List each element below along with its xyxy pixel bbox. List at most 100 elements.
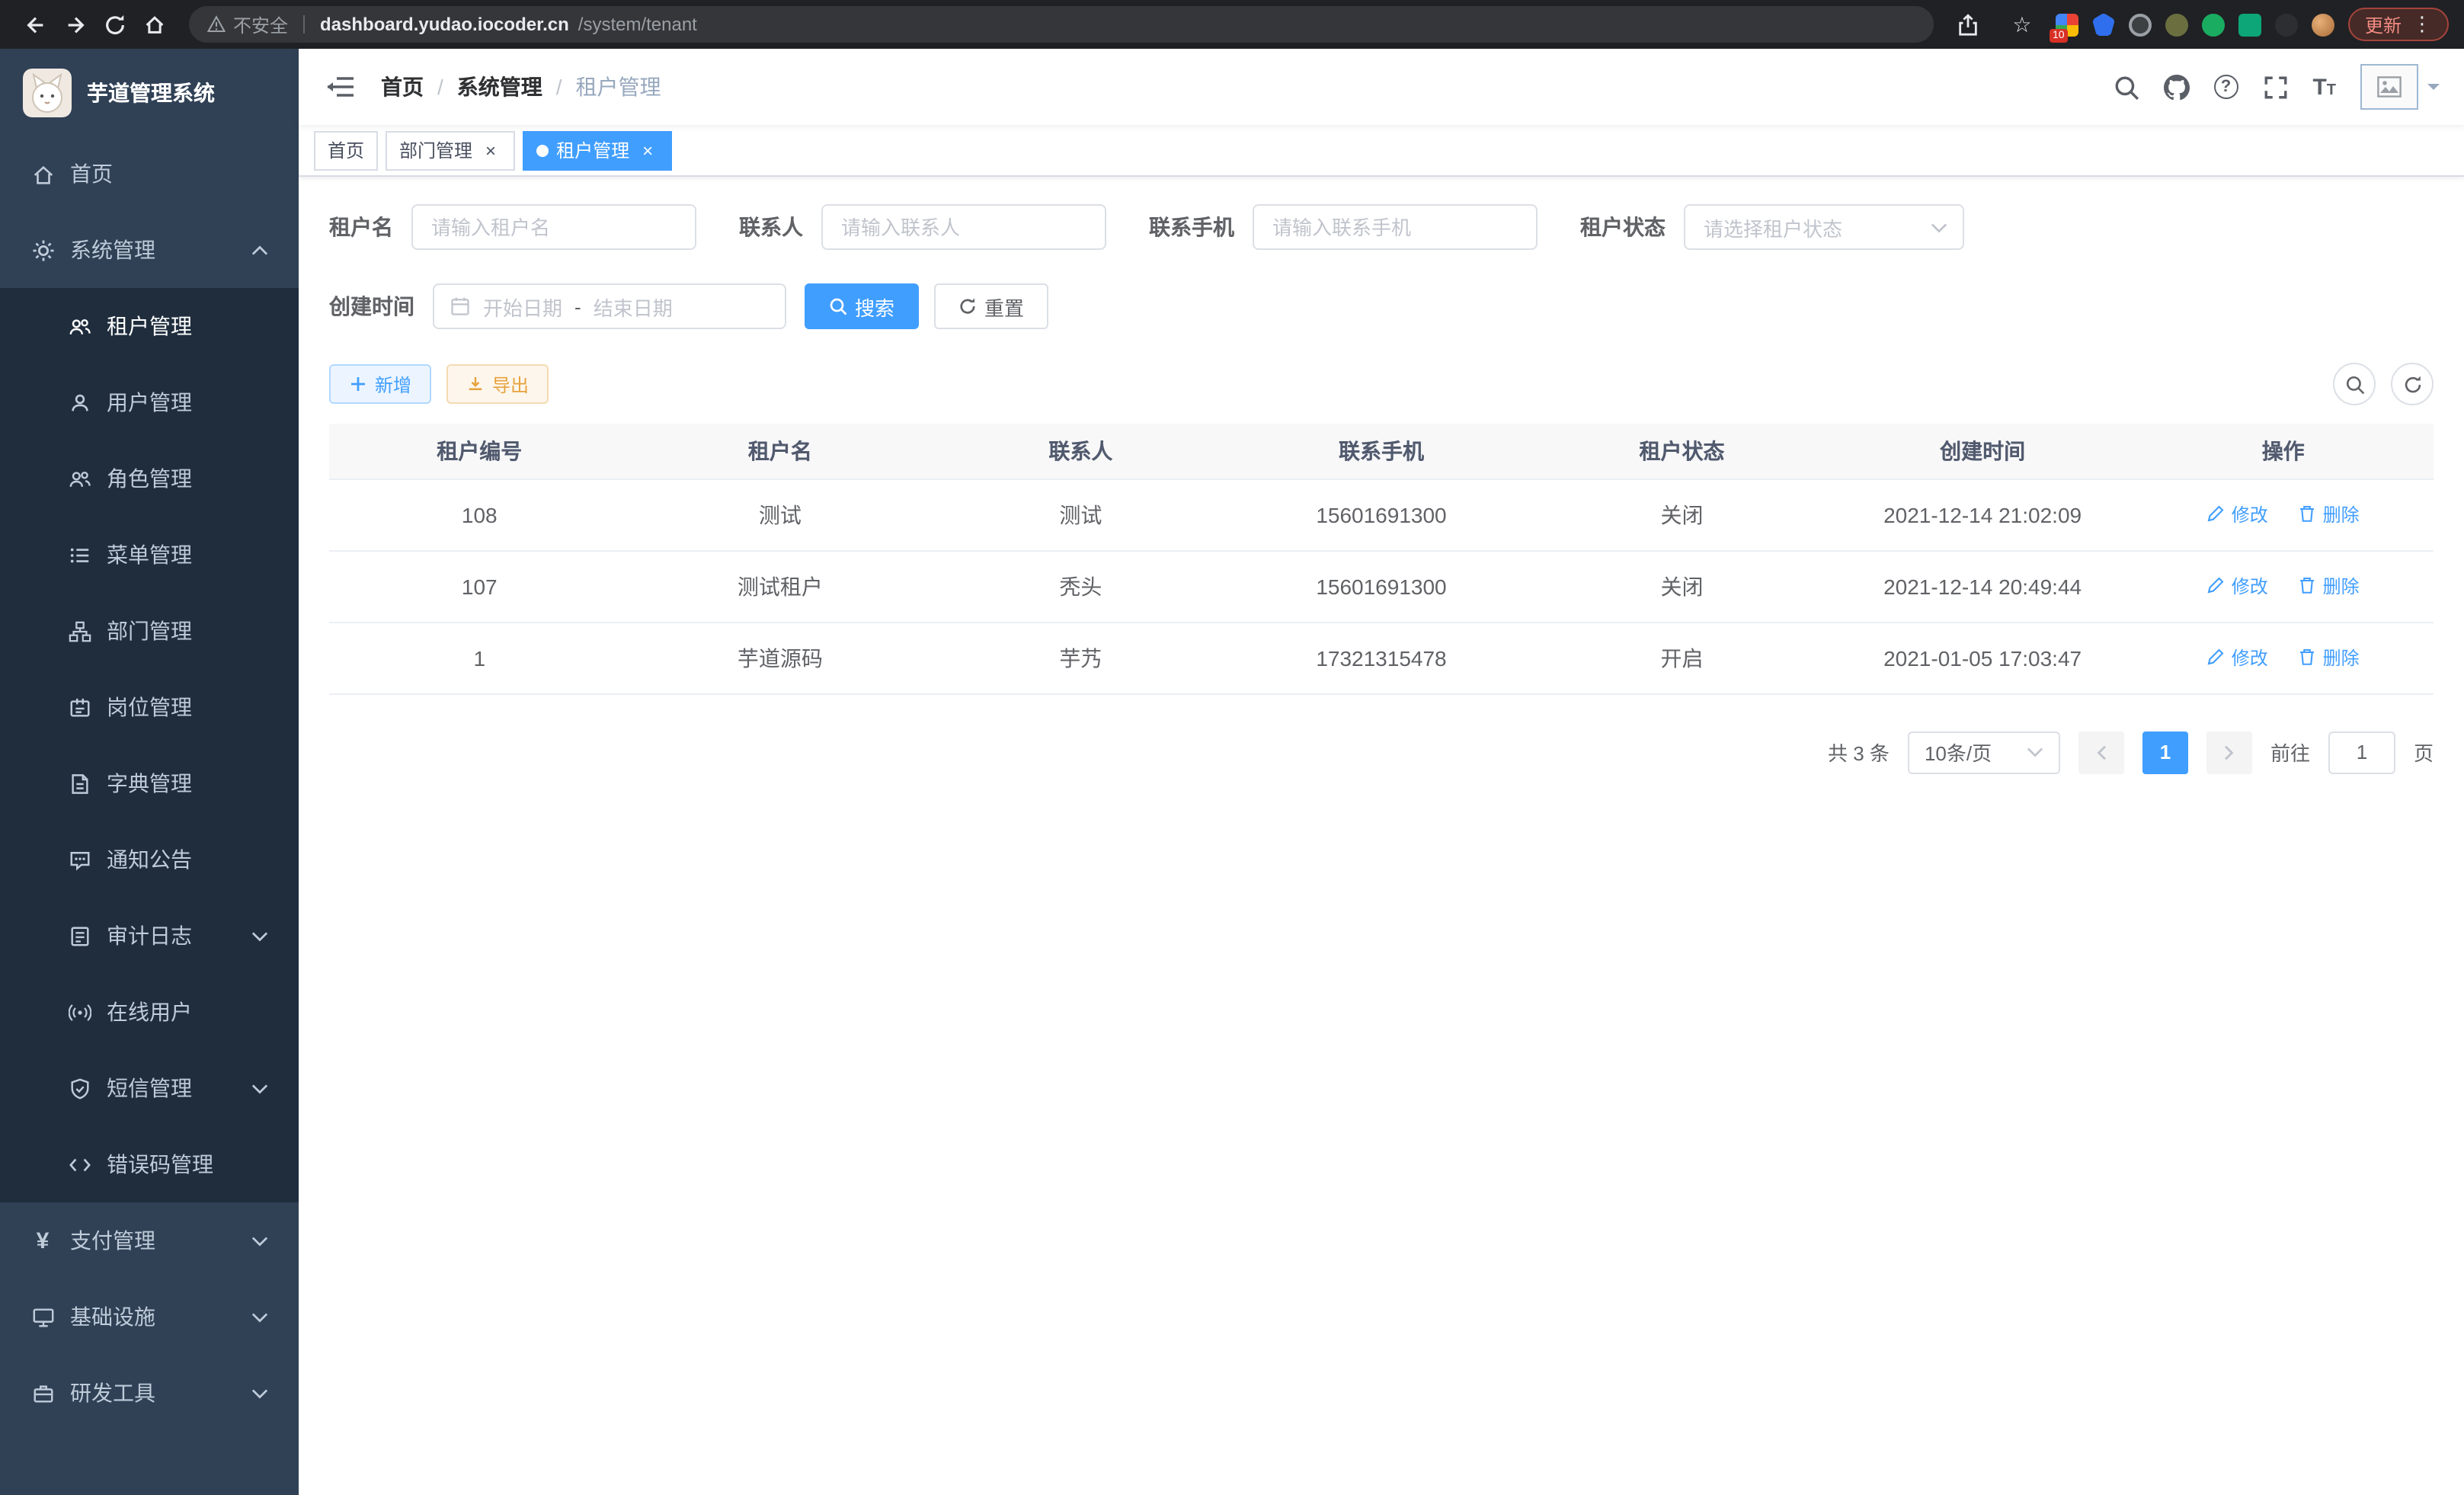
extension-icon-5[interactable]: [2202, 13, 2225, 36]
code-icon: [67, 1153, 91, 1176]
sidebar-item-dict[interactable]: 字典管理: [0, 745, 299, 821]
extension-icon-2[interactable]: [2092, 13, 2115, 36]
reload-icon[interactable]: [94, 6, 134, 43]
chrome-update-button[interactable]: 更新 ⋮: [2348, 8, 2449, 41]
document-edit-icon: [67, 924, 91, 947]
close-icon[interactable]: ×: [480, 139, 501, 161]
security-warning[interactable]: 不安全: [207, 11, 288, 37]
sidebar-item-notice[interactable]: 通知公告: [0, 821, 299, 898]
cell-contact: 芋艿: [930, 622, 1231, 693]
prev-page-button[interactable]: [2078, 731, 2124, 773]
breadcrumb-home[interactable]: 首页: [381, 72, 424, 102]
mobile-input[interactable]: [1253, 204, 1538, 250]
forward-icon[interactable]: [55, 6, 94, 43]
tags-view: 首页 部门管理 × 租户管理 ×: [299, 125, 2464, 177]
browser-actions: ☆ 10 更新 ⋮: [1949, 6, 2449, 43]
sidebar-toggle-icon[interactable]: [323, 70, 357, 104]
edit-link[interactable]: 修改: [2207, 573, 2268, 599]
tenant-name-input[interactable]: [411, 204, 696, 250]
bookmark-star-icon[interactable]: ☆: [2002, 6, 2042, 43]
sidebar-item-payment[interactable]: ¥ 支付管理: [0, 1202, 299, 1279]
extension-icon-3[interactable]: [2129, 13, 2152, 36]
browser-toolbar: 不安全 dashboard.yudao.iocoder.cn/system/te…: [0, 0, 2464, 49]
home-icon[interactable]: [134, 6, 174, 43]
date-range-picker[interactable]: 开始日期 - 结束日期: [433, 283, 786, 329]
address-bar[interactable]: 不安全 dashboard.yudao.iocoder.cn/system/te…: [189, 6, 1934, 43]
github-icon[interactable]: [2163, 74, 2189, 100]
search-button[interactable]: 搜索: [805, 283, 919, 329]
sidebar-item-devtools[interactable]: 研发工具: [0, 1355, 299, 1431]
sidebar-item-menu[interactable]: 菜单管理: [0, 517, 299, 593]
sidebar-item-role[interactable]: 角色管理: [0, 440, 299, 517]
table-row: 108 测试 测试 15601691300 关闭 2021-12-14 21:0…: [329, 479, 2434, 550]
refresh-table-button[interactable]: [2391, 363, 2434, 405]
page-size-select[interactable]: 10条/页: [1908, 731, 2060, 773]
sidebar-item-error-code[interactable]: 错误码管理: [0, 1126, 299, 1202]
share-icon[interactable]: [1949, 6, 1989, 43]
sidebar-item-post[interactable]: 岗位管理: [0, 669, 299, 745]
sidebar-item-label: 基础设施: [70, 1301, 155, 1332]
search-icon: [2344, 374, 2364, 394]
page-number-button[interactable]: 1: [2142, 731, 2188, 773]
tag-label: 租户管理: [556, 137, 629, 163]
extension-icon-1[interactable]: 10: [2056, 13, 2078, 36]
sidebar-item-home[interactable]: 首页: [0, 136, 299, 212]
delete-link[interactable]: 删除: [2299, 645, 2360, 671]
sidebar-item-audit-log[interactable]: 审计日志: [0, 898, 299, 974]
sidebar-item-infra[interactable]: 基础设施: [0, 1279, 299, 1355]
edit-link[interactable]: 修改: [2207, 501, 2268, 527]
sidebar-item-user[interactable]: 用户管理: [0, 364, 299, 440]
add-button[interactable]: 新增: [329, 364, 431, 404]
sidebar-item-online-users[interactable]: 在线用户: [0, 974, 299, 1050]
total-count: 共 3 条: [1828, 738, 1890, 767]
breadcrumb-separator: /: [437, 75, 443, 99]
tag-home[interactable]: 首页: [314, 130, 378, 170]
export-button[interactable]: 导出: [446, 364, 549, 404]
back-icon[interactable]: [15, 6, 55, 43]
extension-icon-6[interactable]: [2238, 13, 2261, 36]
chevron-left-icon: [2094, 744, 2109, 760]
status-placeholder: 请选择租户状态: [1704, 213, 1842, 242]
toggle-search-button[interactable]: [2333, 363, 2376, 405]
sidebar-item-label: 在线用户: [107, 997, 192, 1027]
main-area: 首页 / 系统管理 / 租户管理 ? TT: [299, 49, 2464, 1495]
sidebar-item-dept[interactable]: 部门管理: [0, 593, 299, 669]
chevron-down-icon: [2027, 747, 2043, 757]
tenant-name-label: 租户名: [329, 212, 393, 242]
edit-link[interactable]: 修改: [2207, 645, 2268, 671]
page-size-value: 10条/页: [1925, 738, 1992, 767]
sidebar-item-sms[interactable]: 短信管理: [0, 1050, 299, 1126]
close-icon[interactable]: ×: [637, 139, 658, 161]
trash-icon: [2299, 577, 2317, 595]
extension-icon-4[interactable]: [2165, 13, 2188, 36]
user-avatar[interactable]: [2360, 64, 2440, 110]
fullscreen-icon[interactable]: [2262, 74, 2288, 100]
next-page-button[interactable]: [2206, 731, 2252, 773]
tag-tenant[interactable]: 租户管理 ×: [523, 130, 672, 170]
delete-link[interactable]: 删除: [2299, 573, 2360, 599]
status-select[interactable]: 请选择租户状态: [1684, 204, 1964, 250]
sidebar-item-label: 错误码管理: [107, 1149, 213, 1180]
sidebar-item-label: 系统管理: [70, 235, 155, 265]
badge-icon: [67, 696, 91, 719]
font-size-icon[interactable]: TT: [2312, 75, 2336, 98]
sidebar-item-system[interactable]: 系统管理: [0, 212, 299, 288]
extension-icon-7[interactable]: [2275, 13, 2298, 36]
contact-input[interactable]: [821, 204, 1106, 250]
browser-menu-icon[interactable]: ⋮: [2412, 12, 2432, 37]
reset-button[interactable]: 重置: [934, 283, 1048, 329]
sidebar-item-tenant[interactable]: 租户管理: [0, 288, 299, 364]
goto-page-input[interactable]: [2328, 731, 2395, 773]
help-icon[interactable]: ?: [2213, 75, 2238, 99]
profile-avatar-icon[interactable]: [2312, 13, 2334, 36]
breadcrumb-system[interactable]: 系统管理: [457, 72, 542, 102]
cell-create-time: 2021-12-14 20:49:44: [1832, 550, 2133, 622]
column-header: 租户名: [630, 424, 931, 479]
column-header: 联系手机: [1231, 424, 1532, 479]
date-end-placeholder: 结束日期: [594, 292, 673, 321]
sidebar-logo[interactable]: 芋道管理系统: [0, 49, 299, 136]
cell-tenant-id: 108: [329, 479, 630, 550]
search-icon[interactable]: [2113, 74, 2139, 100]
tag-dept[interactable]: 部门管理 ×: [386, 130, 515, 170]
delete-link[interactable]: 删除: [2299, 501, 2360, 527]
